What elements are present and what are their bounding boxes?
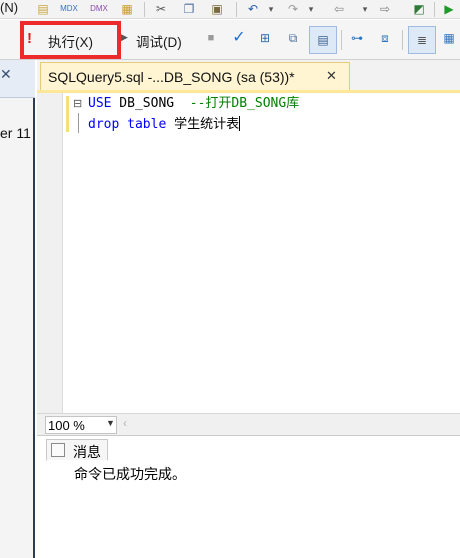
activity-monitor-icon[interactable]: ◩ — [410, 1, 428, 17]
object-explorer-node-label[interactable]: er 11 — [0, 125, 31, 141]
zoom-value: 100 % — [48, 418, 85, 433]
open-file-icon[interactable]: ▤ — [34, 1, 52, 17]
message-tab-icon — [51, 443, 65, 457]
new-query-mdx-icon[interactable]: MDX — [60, 1, 78, 17]
navigate-forward-icon[interactable]: ⇨ — [376, 1, 394, 17]
sql-keyword: drop table — [88, 117, 167, 132]
navigate-dropdown-icon[interactable]: ▾ — [356, 1, 374, 17]
code-line-2[interactable]: drop table 学生统计表 — [88, 116, 241, 134]
scroll-left-icon[interactable]: ‹ — [123, 416, 127, 430]
copy-icon[interactable]: ❐ — [180, 1, 198, 17]
client-statistics-icon[interactable]: ⧈ — [376, 30, 394, 46]
parse-check-icon[interactable]: ✓ — [230, 30, 248, 46]
menu-partial-label[interactable]: (N) — [0, 0, 18, 15]
chevron-down-icon: ▼ — [106, 418, 115, 428]
undo-dropdown-icon[interactable]: ▾ — [262, 1, 280, 17]
results-to-grid-icon[interactable]: ▦ — [440, 30, 458, 46]
navigate-backward-icon[interactable]: ⇦ — [330, 1, 348, 17]
standard-toolbar: (N) ▤ MDX DMX ▦ ✂ ❐ ▣ ↶ ▾ ↷ ▾ ⇦ ▾ ⇨ ◩ ▶ — [0, 0, 460, 19]
tab-title: SQLQuery5.sql -...DB_SONG (sa (53))* — [48, 69, 295, 85]
zoom-select[interactable]: 100 % ▼ — [45, 416, 117, 434]
sql-editor-toolbar: ! 执行(X) ▶ 调试(D) ■ ✓ ⊞ ⧉ ▤ ⊶ ⧈ ≣ ▦ — [0, 20, 460, 60]
start-debug-icon[interactable]: ▶ — [440, 1, 458, 17]
new-query-dmx-icon[interactable]: DMX — [90, 1, 108, 17]
cut-icon[interactable]: ✂ — [152, 1, 170, 17]
sql-keyword: USE — [88, 96, 112, 111]
tab-close-icon[interactable]: ✕ — [326, 68, 337, 84]
include-plan-icon[interactable]: ⊶ — [348, 30, 366, 46]
query-options-button[interactable]: ▤ — [309, 26, 337, 54]
code-line-1[interactable]: USE DB_SONG --打开DB_SONG库 — [88, 95, 299, 113]
sql-comment: --打开DB_SONG库 — [189, 96, 300, 111]
collapse-toggle-icon[interactable]: ⊟ — [73, 95, 82, 113]
redo-icon[interactable]: ↷ — [284, 1, 302, 17]
query-designer-icon[interactable]: ⧉ — [284, 30, 302, 46]
tab-sqlquery5[interactable]: SQLQuery5.sql -...DB_SONG (sa (53))* — [40, 62, 350, 91]
undo-icon[interactable]: ↶ — [244, 1, 262, 17]
toolbar-separator — [236, 2, 237, 17]
messages-tab-label: 消息 — [73, 444, 101, 460]
toolbar-separator — [402, 30, 403, 50]
change-marker — [66, 96, 69, 132]
paste-icon[interactable]: ▣ — [208, 1, 226, 17]
cancel-query-icon[interactable]: ■ — [202, 30, 220, 46]
sql-identifier: DB_SONG — [111, 96, 190, 111]
zoom-bar: 100 % ▼ ‹ — [37, 413, 460, 435]
debug-arrow-icon: ▶ — [121, 32, 128, 42]
new-query-xmla-icon[interactable]: ▦ — [118, 1, 136, 17]
query-editor[interactable] — [37, 93, 460, 413]
results-to-text-icon: ≣ — [416, 33, 428, 47]
editor-gutter — [37, 93, 63, 413]
debug-button[interactable]: 调试(D) — [136, 31, 182, 51]
redo-dropdown-icon[interactable]: ▾ — [302, 1, 320, 17]
query-options-icon: ▤ — [317, 33, 329, 47]
fold-guide-line — [78, 113, 79, 133]
toolbar-separator — [341, 30, 342, 50]
execute-exclamation-icon: ! — [27, 30, 32, 47]
results-to-text-button[interactable]: ≣ — [408, 26, 436, 54]
close-icon[interactable]: ✕ — [0, 66, 12, 83]
toolbar-separator — [144, 2, 145, 17]
execute-button[interactable]: 执行(X) — [48, 31, 93, 51]
text-cursor — [239, 116, 241, 131]
object-explorer-header: ✕ — [0, 60, 35, 98]
message-text: 命令已成功完成。 — [74, 466, 186, 482]
estimated-plan-icon[interactable]: ⊞ — [256, 30, 274, 46]
tab-messages[interactable]: 消息 — [46, 439, 108, 461]
sql-identifier: 学生统计表 — [166, 117, 240, 132]
toolbar-separator — [434, 2, 435, 17]
